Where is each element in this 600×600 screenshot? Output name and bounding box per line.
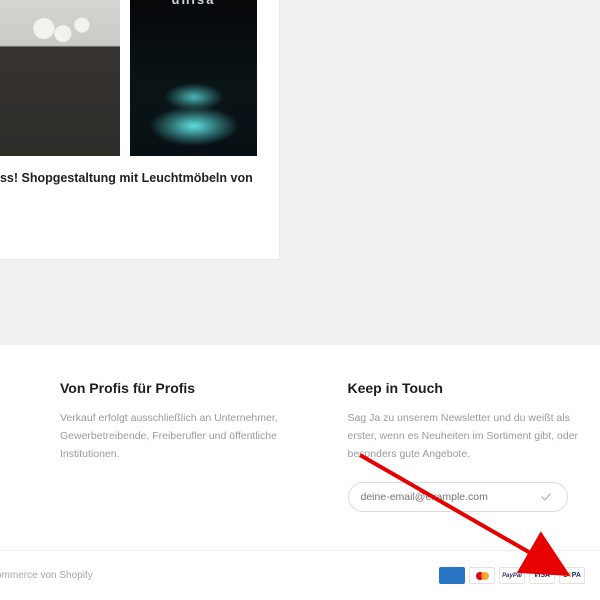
footer-about-heading: Von Profis für Profis: [60, 380, 293, 396]
payment-badge-sepa: S€PA: [559, 567, 585, 584]
payment-badge-amex: [439, 567, 465, 584]
newsletter-email-input[interactable]: [361, 491, 537, 503]
footer-newsletter-text: Sag Ja zu unserem Newsletter und du weiß…: [348, 410, 581, 464]
footer-about-text: Verkauf erfolgt ausschließlich an Untern…: [60, 410, 293, 464]
article-card[interactable]: unisa ess! Shopgestaltung mit Leuchtmöbe…: [0, 0, 280, 260]
article-thumbnails: unisa: [0, 0, 267, 156]
newsletter-form: [348, 482, 568, 512]
platform-credit: ommerce von Shopify: [0, 570, 93, 581]
footer-column-newsletter: Keep in Touch Sag Ja zu unserem Newslett…: [348, 380, 581, 550]
site-footer: Von Profis für Profis Verkauf erfolgt au…: [0, 345, 600, 550]
footer-newsletter-heading: Keep in Touch: [348, 380, 581, 396]
newsletter-submit-button[interactable]: [537, 488, 555, 506]
payment-badge-mastercard: [469, 567, 495, 584]
site-bottom-bar: ommerce von Shopify PayPal VISA S€PA: [0, 550, 600, 600]
article-title: ess! Shopgestaltung mit Leuchtmöbeln von: [0, 170, 267, 188]
payment-badge-visa: VISA: [529, 567, 555, 584]
article-thumbnail-2[interactable]: unisa: [130, 0, 257, 156]
payment-badge-paypal: PayPal: [499, 567, 525, 584]
footer-column-about: Von Profis für Profis Verkauf erfolgt au…: [60, 380, 293, 550]
check-icon: [541, 492, 551, 502]
payment-badges: PayPal VISA S€PA: [439, 567, 585, 584]
article-thumbnail-1[interactable]: [0, 0, 120, 156]
storefront-sign: unisa: [172, 0, 216, 7]
